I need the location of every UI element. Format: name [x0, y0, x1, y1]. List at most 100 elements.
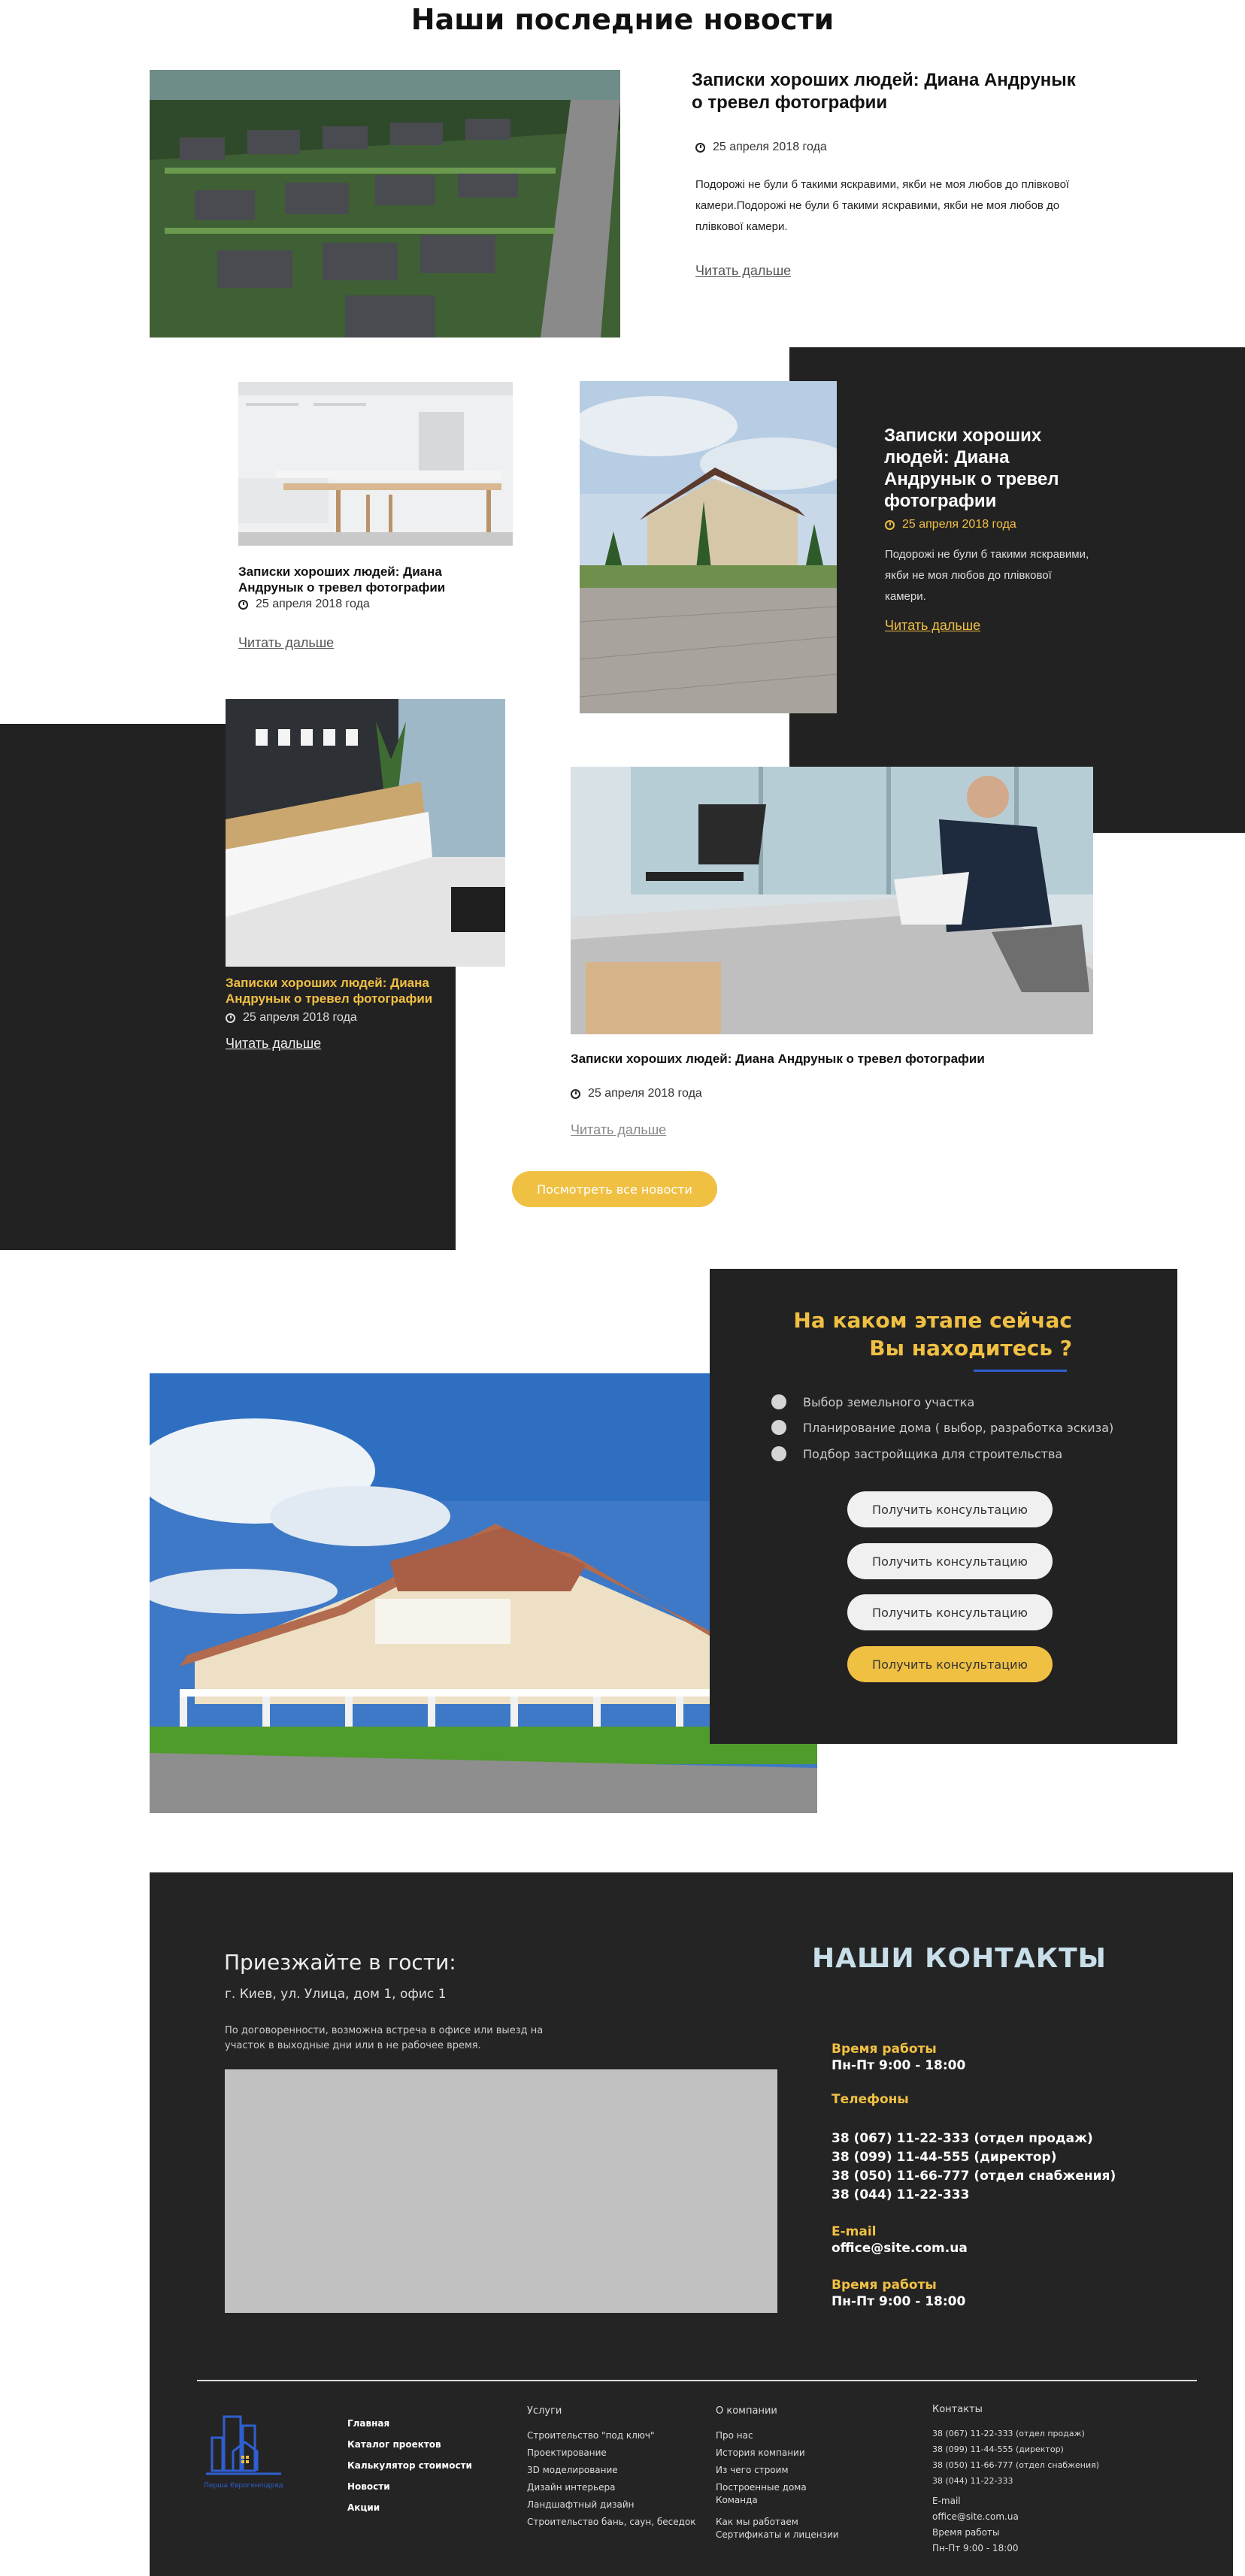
footer-company-7[interactable]: Сертификаты и лицензии	[716, 2529, 839, 2541]
card-office-title[interactable]: Записки хороших людей: Диана Андрунык о …	[571, 1051, 1037, 1067]
email-label: E-mail	[832, 2224, 877, 2239]
all-news-button[interactable]: Посмотреть все новости	[512, 1171, 717, 1207]
footer-logo-text: Перша Єврогенпідряд	[204, 2482, 283, 2490]
featured-title[interactable]: Записки хороших людей: Диана Андрунык о …	[692, 69, 1083, 114]
card-reception-image[interactable]	[226, 699, 505, 967]
card-reception-date-text: 25 апреля 2018 года	[243, 1011, 357, 1024]
card-office-image[interactable]	[571, 767, 1093, 1034]
email-value[interactable]: office@site.com.ua	[832, 2239, 1147, 2258]
footer-divider	[197, 2380, 1197, 2381]
footer-nav-promo[interactable]: Акции	[347, 2497, 472, 2518]
news-heading: Наши последние новости	[410, 3, 835, 36]
card-house-date-text: 25 апреля 2018 года	[902, 518, 1016, 531]
phone-1[interactable]: 38 (067) 11-22-333 (отдел продаж)	[832, 2130, 1147, 2148]
stage-option-1[interactable]: Выбор земельного участка	[771, 1394, 974, 1409]
card-house-image[interactable]	[580, 381, 837, 713]
clock-icon	[571, 1088, 580, 1099]
footer-services: Услуги Строительство "под ключ" Проектир…	[527, 2405, 696, 2531]
map-placeholder[interactable]	[225, 2069, 777, 2313]
card-reception-title[interactable]: Записки хороших людей: Диана Андрунык о …	[226, 975, 444, 1006]
footer-company-4[interactable]: Построенные дома	[716, 2481, 839, 2494]
stage-title-line2: Вы находитесь ?	[869, 1336, 1072, 1361]
footer-company-3[interactable]: Из чего строим	[716, 2462, 839, 2479]
footer-email-label: E-mail	[932, 2496, 961, 2506]
visit-note: По договоренности, возможна встреча в оф…	[225, 2025, 544, 2051]
featured-date-text: 25 апреля 2018 года	[713, 141, 827, 153]
clock-icon	[238, 599, 248, 610]
footer-company-title: О компании	[716, 2405, 777, 2417]
phones-label: Телефоны	[832, 2092, 909, 2107]
hours-value-2: Пн-Пт 9:00 - 18:00	[832, 2294, 966, 2309]
card-kitchen-title[interactable]: Записки хороших людей: Диана Андрунык о …	[238, 564, 456, 595]
card-kitchen-image[interactable]	[238, 382, 513, 546]
card-house-text: Подорожі не були б такими яскравими, якб…	[885, 548, 1089, 603]
stage-option-1-label: Выбор земельного участка	[803, 1394, 975, 1409]
visit-title: Приезжайте в гости:	[224, 1950, 456, 1975]
footer-phone-4[interactable]: 38 (044) 11-22-333	[932, 2473, 1099, 2489]
consult-button-1[interactable]: Получить консультацию	[847, 1491, 1053, 1527]
footer-email[interactable]: office@site.com.ua	[932, 2509, 1099, 2525]
card-office-date-text: 25 апреля 2018 года	[588, 1087, 702, 1100]
stage-option-3[interactable]: Подбор застройщика для строительства	[771, 1446, 1062, 1461]
footer-service-5[interactable]: Ландшафтный дизайн	[527, 2496, 696, 2514]
footer-logo[interactable]	[201, 2409, 286, 2492]
footer-company-2[interactable]: История компании	[716, 2444, 839, 2462]
card-house-date: 25 апреля 2018 года	[885, 518, 1016, 531]
clock-icon	[695, 142, 705, 153]
footer-services-title: Услуги	[527, 2405, 562, 2417]
footer-service-2[interactable]: Проектирование	[527, 2444, 696, 2462]
hours-value: Пн-Пт 9:00 - 18:00	[832, 2058, 966, 2073]
consult-button-3[interactable]: Получить консультацию	[847, 1594, 1053, 1630]
card-kitchen-read-more[interactable]: Читать дальше	[238, 635, 334, 651]
footer-company-5[interactable]: Команда	[716, 2494, 839, 2507]
footer-service-6[interactable]: Строительство бань, саун, беседок	[527, 2514, 696, 2531]
featured-date: 25 апреля 2018 года	[695, 141, 827, 154]
radio-icon[interactable]	[771, 1446, 786, 1461]
address: г. Киев, ул. Улица, дом 1, офис 1	[225, 1987, 447, 2002]
clock-icon	[885, 519, 895, 530]
footer-service-4[interactable]: Дизайн интерьера	[527, 2479, 696, 2496]
consult-button-4[interactable]: Получить консультацию	[847, 1646, 1053, 1682]
page: Наши последние новости Записки хороших л…	[0, 0, 1245, 2576]
radio-icon[interactable]	[771, 1394, 786, 1409]
stage-title-underline	[974, 1370, 1067, 1372]
logo-icon	[206, 2415, 281, 2475]
footer-nav-calculator[interactable]: Калькулятор стоимости	[347, 2455, 472, 2476]
footer-company: О компании Про нас История компании Из ч…	[716, 2405, 839, 2541]
featured-image-village[interactable]	[150, 70, 620, 338]
card-kitchen-date-text: 25 апреля 2018 года	[256, 598, 370, 610]
consult-button-2[interactable]: Получить консультацию	[847, 1543, 1053, 1579]
footer-nav-catalog[interactable]: Каталог проектов	[347, 2434, 472, 2455]
card-reception-read-more[interactable]: Читать дальше	[226, 1036, 321, 1052]
card-reception-date: 25 апреля 2018 года	[226, 1011, 357, 1025]
footer-contacts: Контакты 38 (067) 11-22-333 (отдел прода…	[932, 2404, 1099, 2556]
featured-read-more[interactable]: Читать дальше	[695, 263, 791, 279]
phone-4[interactable]: 38 (044) 11-22-333	[832, 2186, 1147, 2205]
card-office-read-more[interactable]: Читать дальше	[571, 1122, 666, 1138]
phone-3[interactable]: 38 (050) 11-66-777 (отдел снабжения)	[832, 2167, 1147, 2186]
footer-nav-home[interactable]: Главная	[347, 2413, 472, 2434]
hours-label-2: Время работы	[832, 2278, 937, 2293]
clock-icon	[226, 1013, 235, 1023]
stage-option-3-label: Подбор застройщика для строительства	[803, 1446, 1063, 1461]
card-office-date: 25 апреля 2018 года	[571, 1087, 702, 1100]
footer-phone-2[interactable]: 38 (099) 11-44-555 (директор)	[932, 2441, 1099, 2457]
footer-service-3[interactable]: 3D моделирование	[527, 2462, 696, 2479]
stage-option-2-label: Планирование дома ( выбор, разработка эс…	[803, 1420, 1114, 1435]
footer-phone-1[interactable]: 38 (067) 11-22-333 (отдел продаж)	[932, 2426, 1099, 2441]
stage-title-line1: На каком этапе сейчас	[793, 1308, 1072, 1333]
footer-company-6[interactable]: Как мы работаем	[716, 2516, 839, 2529]
footer-company-1[interactable]: Про нас	[716, 2427, 839, 2444]
footer-contacts-title: Контакты	[932, 2404, 983, 2415]
phone-2[interactable]: 38 (099) 11-44-555 (директор)	[832, 2148, 1147, 2167]
radio-icon[interactable]	[771, 1420, 786, 1435]
card-house-read-more[interactable]: Читать дальше	[885, 618, 980, 634]
footer-service-1[interactable]: Строительство "под ключ"	[527, 2427, 696, 2444]
card-house-title[interactable]: Записки хороших людей: Диана Андрунык о …	[884, 425, 1087, 512]
footer-hours-label: Время работы	[932, 2527, 1000, 2538]
footer-nav-news[interactable]: Новости	[347, 2476, 472, 2497]
contacts-info: Время работы Пн-Пт 9:00 - 18:00 Телефоны…	[832, 2042, 1147, 2311]
footer-phone-3[interactable]: 38 (050) 11-66-777 (отдел снабжения)	[932, 2457, 1099, 2473]
footer-main-nav: Главная Каталог проектов Калькулятор сто…	[347, 2413, 472, 2518]
stage-option-2[interactable]: Планирование дома ( выбор, разработка эс…	[771, 1420, 1113, 1435]
